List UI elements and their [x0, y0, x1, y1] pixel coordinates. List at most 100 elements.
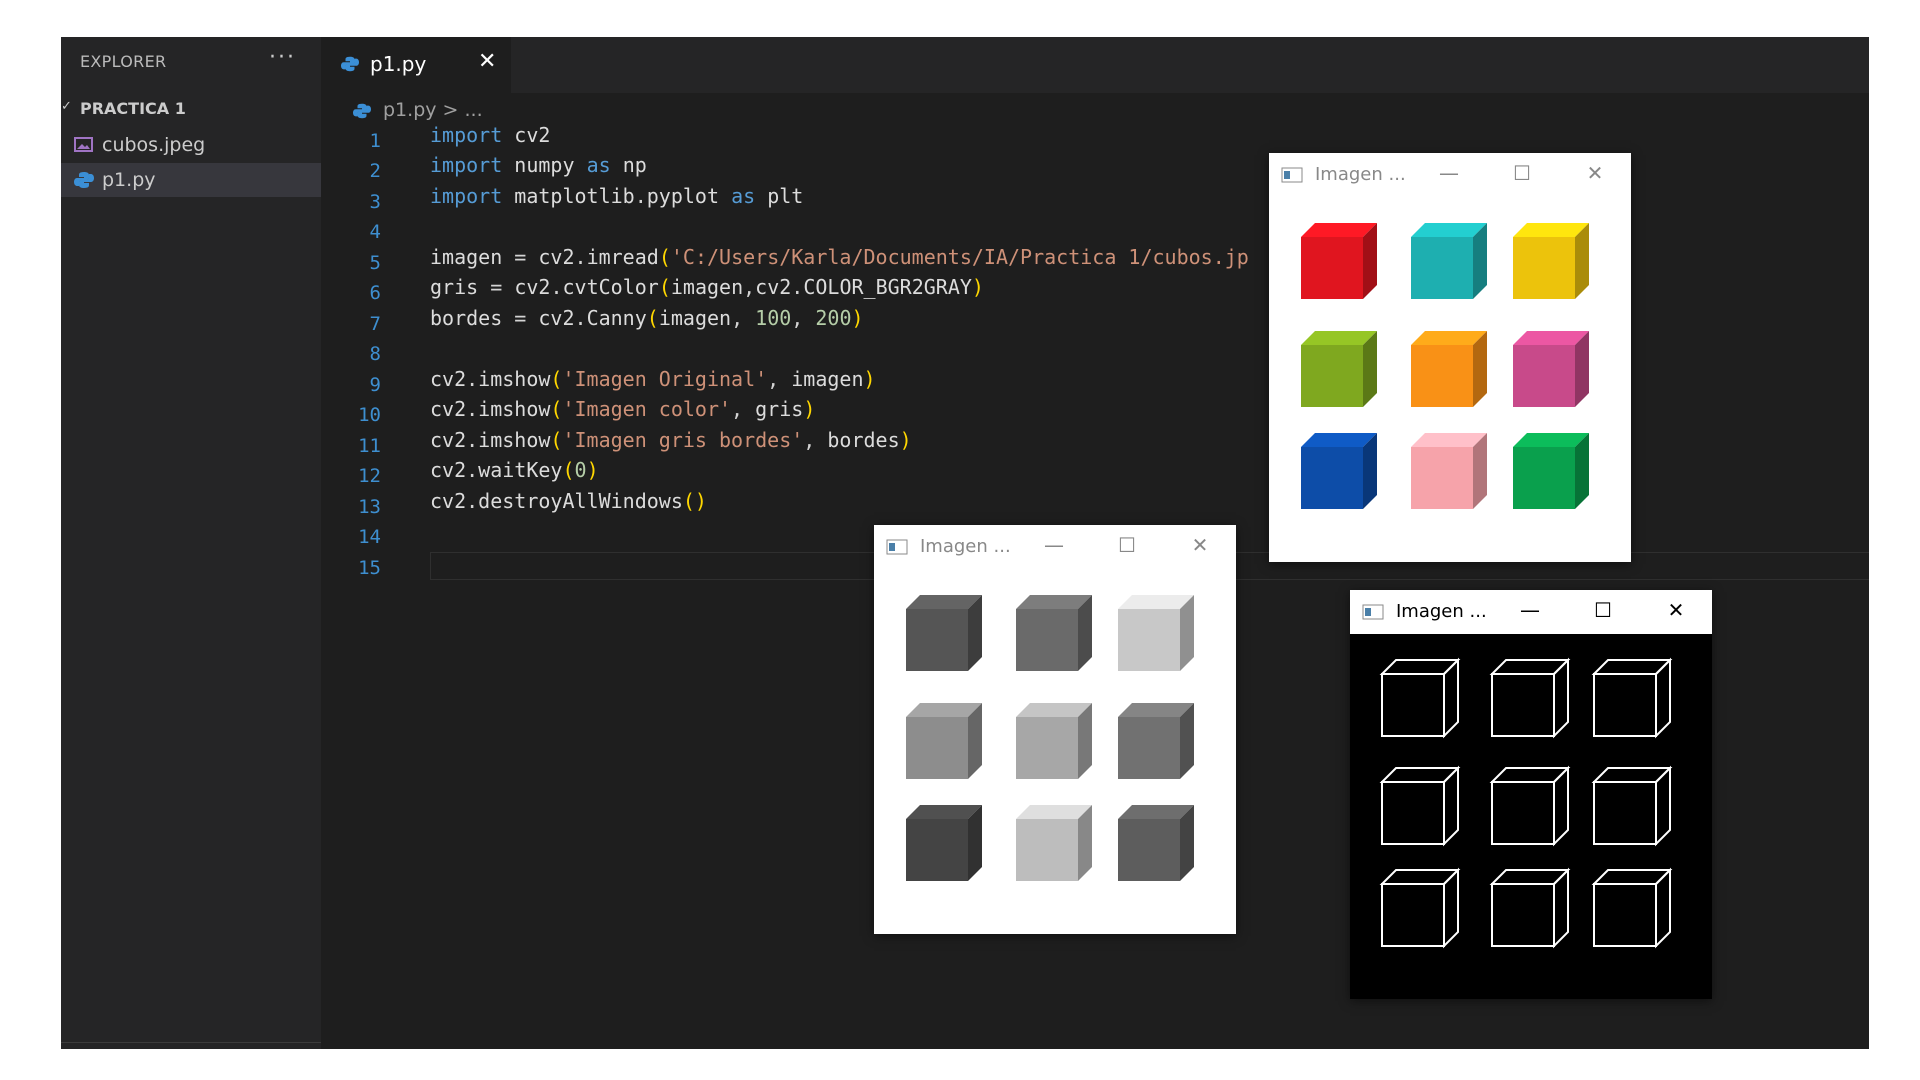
window-title-bar[interactable]: Imagen ... — ☐ ✕	[1269, 153, 1631, 197]
cube-edge-side	[1655, 867, 1671, 949]
explorer-title: EXPLORER	[80, 52, 167, 71]
code-line: cv2.destroyAllWindows()	[430, 489, 707, 513]
python-file-icon	[74, 171, 94, 189]
cube-front	[1301, 345, 1363, 407]
minimize-icon[interactable]: —	[1434, 161, 1464, 189]
code-line: cv2.imshow('Imagen color', gris)	[430, 397, 816, 421]
cube-edge-side	[1655, 765, 1671, 847]
file-cubos-jpeg[interactable]: cubos.jpeg	[61, 128, 321, 162]
opencv-window-edges[interactable]: Imagen ... — ☐ ✕	[1350, 590, 1712, 999]
cube-front	[906, 717, 968, 779]
line-number: 2	[369, 160, 381, 182]
cube-front	[1411, 345, 1473, 407]
maximize-icon[interactable]: ☐	[1507, 161, 1537, 189]
minimize-icon[interactable]: —	[1515, 598, 1545, 626]
cube-front	[1301, 447, 1363, 509]
app-window-icon	[886, 539, 908, 555]
sidebar-bottom-divider	[61, 1042, 321, 1049]
explorer-sidebar: EXPLORER ··· ✓ PRACTICA 1 cubos.jpeg p1.…	[61, 37, 321, 1049]
breadcrumb-text[interactable]: p1.py > ...	[383, 99, 483, 121]
color-cubes-image	[1301, 223, 1589, 509]
cube-front	[1411, 447, 1473, 509]
line-number: 8	[369, 343, 381, 365]
window-title: Imagen ...	[920, 536, 1011, 557]
cube-front	[1118, 609, 1180, 671]
file-p1-py[interactable]: p1.py	[61, 163, 321, 197]
image-canvas	[1350, 634, 1712, 999]
cube-edge-front	[1381, 883, 1445, 947]
cube-edge-front	[1593, 673, 1657, 737]
window-title-bar[interactable]: Imagen ... — ☐ ✕	[1350, 590, 1712, 634]
file-name: cubos.jpeg	[102, 134, 206, 156]
code-line: gris = cv2.cvtColor(imagen,cv2.COLOR_BGR…	[430, 275, 984, 299]
cube-edge-front	[1593, 883, 1657, 947]
cube-edge-front	[1381, 781, 1445, 845]
cube-edge-front	[1491, 883, 1555, 947]
maximize-icon[interactable]: ☐	[1588, 598, 1618, 626]
cube-edge-front	[1491, 673, 1555, 737]
cube-front	[1016, 819, 1078, 881]
maximize-icon[interactable]: ☐	[1112, 533, 1142, 561]
cube-edge-side	[1655, 657, 1671, 739]
app-window-icon	[1281, 167, 1303, 183]
window-title: Imagen ...	[1396, 601, 1487, 622]
cube-edge-side	[1553, 765, 1569, 847]
cube-front	[1016, 609, 1078, 671]
line-number: 9	[369, 374, 381, 396]
code-line: import numpy as np	[430, 153, 647, 177]
line-number: 12	[358, 465, 381, 487]
close-tab-icon[interactable]: ✕	[478, 49, 496, 74]
window-title: Imagen ...	[1315, 164, 1406, 185]
code-line: cv2.imshow('Imagen Original', imagen)	[430, 367, 876, 391]
cube-front	[1513, 447, 1575, 509]
line-number: 13	[358, 496, 381, 518]
close-icon[interactable]: ✕	[1580, 161, 1610, 189]
opencv-window-original[interactable]: Imagen ... — ☐ ✕	[1269, 153, 1631, 562]
line-number: 7	[369, 313, 381, 335]
cube-front	[1118, 717, 1180, 779]
cube-front	[1301, 237, 1363, 299]
close-icon[interactable]: ✕	[1661, 598, 1691, 626]
tab-bar: p1.py ✕	[321, 37, 1869, 93]
more-actions-icon[interactable]: ···	[269, 45, 296, 70]
file-name: p1.py	[102, 169, 156, 191]
line-number: 5	[369, 252, 381, 274]
code-line: cv2.waitKey(0)	[430, 458, 599, 482]
opencv-window-gray[interactable]: Imagen ... — ☐ ✕	[874, 525, 1236, 934]
minimize-icon[interactable]: —	[1039, 533, 1069, 561]
line-number: 11	[358, 435, 381, 457]
cube-front	[1513, 237, 1575, 299]
cube-edge-front	[1491, 781, 1555, 845]
code-line: imagen = cv2.imread('C:/Users/Karla/Docu…	[430, 245, 1249, 269]
close-icon[interactable]: ✕	[1185, 533, 1215, 561]
cube-front	[906, 609, 968, 671]
line-number: 10	[358, 404, 381, 426]
cube-edge-side	[1443, 867, 1459, 949]
cube-front	[1016, 717, 1078, 779]
line-number: 3	[369, 191, 381, 213]
code-line: import cv2	[430, 123, 551, 147]
image-canvas	[1269, 197, 1631, 562]
cube-edge-side	[1553, 657, 1569, 739]
line-number: 1	[369, 130, 381, 152]
code-line: bordes = cv2.Canny(imagen, 100, 200)	[430, 306, 864, 330]
chevron-down-icon: ✓	[61, 99, 72, 114]
code-editor[interactable]: import cv2 import numpy as np import mat…	[430, 123, 1249, 538]
tab-p1-py[interactable]: p1.py ✕	[321, 37, 511, 93]
line-number: 4	[369, 221, 381, 243]
cube-edge-side	[1443, 657, 1459, 739]
cube-front	[906, 819, 968, 881]
cube-front	[1513, 345, 1575, 407]
code-line: cv2.imshow('Imagen gris bordes', bordes)	[430, 428, 912, 452]
window-title-bar[interactable]: Imagen ... — ☐ ✕	[874, 525, 1236, 569]
cube-front	[1118, 819, 1180, 881]
folder-practica-1[interactable]: ✓ PRACTICA 1	[61, 93, 321, 123]
cube-edge-front	[1381, 673, 1445, 737]
cube-front	[1411, 237, 1473, 299]
cube-edge-front	[1593, 781, 1657, 845]
line-number: 15	[358, 557, 381, 579]
explorer-header: EXPLORER ···	[61, 37, 321, 85]
line-number: 6	[369, 282, 381, 304]
code-line: import matplotlib.pyplot as plt	[430, 184, 804, 208]
cube-edge-side	[1443, 765, 1459, 847]
